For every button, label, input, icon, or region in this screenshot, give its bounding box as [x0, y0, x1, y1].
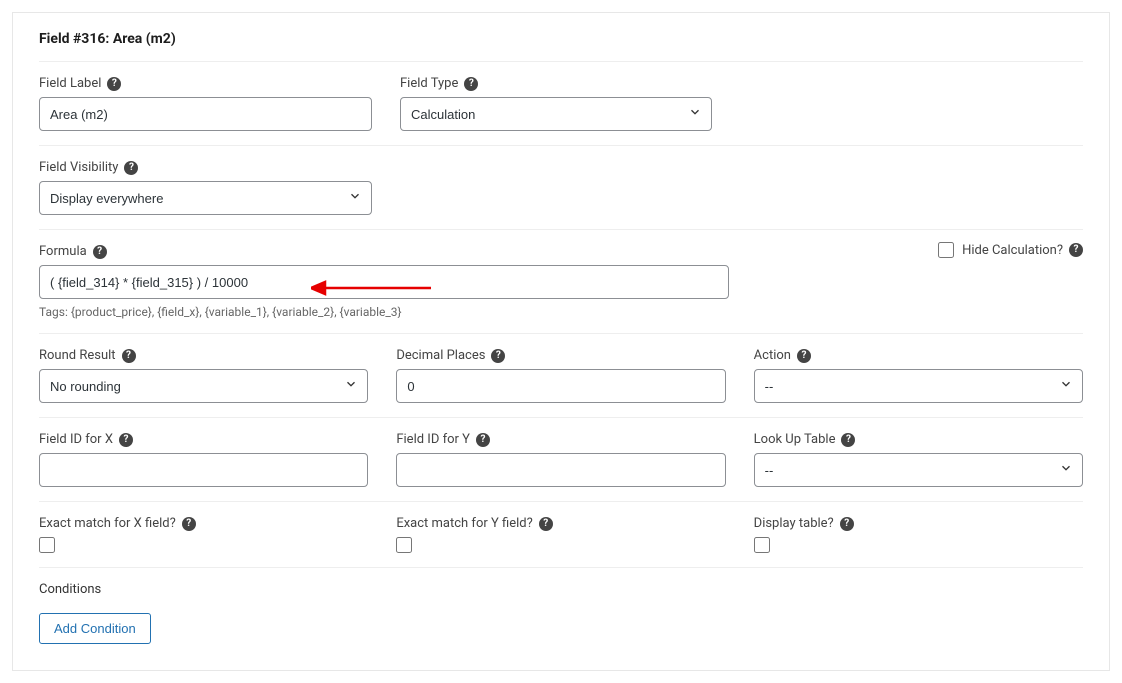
- field-type-text: Field Type: [400, 76, 458, 91]
- round-result-label: Round Result ?: [39, 348, 368, 363]
- help-icon[interactable]: ?: [1069, 243, 1083, 257]
- field-type-select[interactable]: Calculation: [400, 97, 712, 131]
- field-type-label: Field Type ?: [400, 76, 712, 91]
- divider: [39, 61, 1083, 62]
- help-icon[interactable]: ?: [119, 433, 133, 447]
- help-icon[interactable]: ?: [476, 433, 490, 447]
- lookup-table-text: Look Up Table: [754, 432, 836, 447]
- col-field-visibility: Field Visibility ? Display everywhere: [39, 160, 372, 215]
- help-icon[interactable]: ?: [107, 77, 121, 91]
- help-icon[interactable]: ?: [464, 77, 478, 91]
- col-decimal-places: Decimal Places ?: [396, 348, 725, 403]
- row-exact-display: Exact match for X field? ? Exact match f…: [39, 516, 1083, 568]
- fieldid-x-label: Field ID for X ?: [39, 432, 368, 447]
- panel-title: Field #316: Area (m2): [39, 31, 1083, 47]
- action-select[interactable]: --: [754, 369, 1083, 403]
- col-spacer: [400, 160, 1083, 215]
- field-label-text: Field Label: [39, 76, 101, 91]
- display-table-label: Display table? ?: [754, 516, 1083, 531]
- action-label: Action ?: [754, 348, 1083, 363]
- exact-y-text: Exact match for Y field?: [396, 516, 532, 531]
- field-visibility-label: Field Visibility ?: [39, 160, 372, 175]
- field-visibility-select-wrap: Display everywhere: [39, 181, 372, 215]
- add-condition-button[interactable]: Add Condition: [39, 613, 151, 644]
- exact-x-label: Exact match for X field? ?: [39, 516, 368, 531]
- decimal-places-text: Decimal Places: [396, 348, 485, 363]
- col-display-table: Display table? ?: [754, 516, 1083, 553]
- col-exact-y: Exact match for Y field? ?: [396, 516, 725, 553]
- col-exact-x: Exact match for X field? ?: [39, 516, 368, 553]
- row-visibility: Field Visibility ? Display everywhere: [39, 160, 1083, 230]
- display-table-checkbox[interactable]: [754, 537, 770, 553]
- formula-label: Formula ?: [39, 244, 729, 259]
- conditions-label: Conditions: [39, 582, 1083, 597]
- exact-x-text: Exact match for X field?: [39, 516, 176, 531]
- fieldid-y-label: Field ID for Y ?: [396, 432, 725, 447]
- col-spacer: [740, 76, 1083, 131]
- annotation-arrow-icon: [311, 278, 431, 298]
- col-field-label: Field Label ?: [39, 76, 372, 131]
- display-table-text: Display table?: [754, 516, 834, 531]
- hide-calc-label: Hide Calculation? ?: [962, 243, 1083, 258]
- row-formula: Formula ? Tags: {product_price}, {field_…: [39, 244, 1083, 334]
- col-lookup-table: Look Up Table ? --: [754, 432, 1083, 487]
- field-label-label: Field Label ?: [39, 76, 372, 91]
- lookup-table-select[interactable]: --: [754, 453, 1083, 487]
- hide-calc-row: Hide Calculation? ?: [938, 242, 1083, 258]
- fieldid-x-text: Field ID for X: [39, 432, 113, 447]
- col-action: Action ? --: [754, 348, 1083, 403]
- col-hidecalc: Hide Calculation? ?: [757, 244, 1083, 319]
- action-text: Action: [754, 348, 791, 363]
- lookup-table-select-wrap: --: [754, 453, 1083, 487]
- lookup-table-label: Look Up Table ?: [754, 432, 1083, 447]
- field-visibility-text: Field Visibility: [39, 160, 118, 175]
- formula-label-text: Formula: [39, 244, 87, 259]
- row-round-decimal-action: Round Result ? No rounding Decimal Place…: [39, 348, 1083, 418]
- field-label-input[interactable]: [39, 97, 372, 131]
- action-select-wrap: --: [754, 369, 1083, 403]
- hide-calc-text: Hide Calculation?: [962, 243, 1063, 258]
- col-fieldid-x: Field ID for X ?: [39, 432, 368, 487]
- exact-x-checkbox[interactable]: [39, 537, 55, 553]
- formula-hint: Tags: {product_price}, {field_x}, {varia…: [39, 305, 729, 319]
- section-conditions: Conditions Add Condition: [39, 582, 1083, 644]
- help-icon[interactable]: ?: [797, 349, 811, 363]
- help-icon[interactable]: ?: [840, 517, 854, 531]
- help-icon[interactable]: ?: [539, 517, 553, 531]
- help-icon[interactable]: ?: [93, 245, 107, 259]
- exact-y-checkbox[interactable]: [396, 537, 412, 553]
- fieldid-y-input[interactable]: [396, 453, 725, 487]
- round-result-select[interactable]: No rounding: [39, 369, 368, 403]
- round-result-select-wrap: No rounding: [39, 369, 368, 403]
- help-icon[interactable]: ?: [122, 349, 136, 363]
- col-round-result: Round Result ? No rounding: [39, 348, 368, 403]
- help-icon[interactable]: ?: [491, 349, 505, 363]
- decimal-places-input[interactable]: [396, 369, 725, 403]
- col-field-type: Field Type ? Calculation: [400, 76, 712, 131]
- col-formula: Formula ? Tags: {product_price}, {field_…: [39, 244, 729, 319]
- help-icon[interactable]: ?: [841, 433, 855, 447]
- col-fieldid-y: Field ID for Y ?: [396, 432, 725, 487]
- help-icon[interactable]: ?: [182, 517, 196, 531]
- field-type-select-wrap: Calculation: [400, 97, 712, 131]
- exact-y-label: Exact match for Y field? ?: [396, 516, 725, 531]
- field-visibility-select[interactable]: Display everywhere: [39, 181, 372, 215]
- fieldid-x-input[interactable]: [39, 453, 368, 487]
- help-icon[interactable]: ?: [124, 161, 138, 175]
- decimal-places-label: Decimal Places ?: [396, 348, 725, 363]
- round-result-text: Round Result: [39, 348, 116, 363]
- fieldid-y-text: Field ID for Y: [396, 432, 470, 447]
- hide-calc-checkbox[interactable]: [938, 242, 954, 258]
- row-label-type: Field Label ? Field Type ? Calculation: [39, 76, 1083, 146]
- field-settings-panel: Field #316: Area (m2) Field Label ? Fiel…: [12, 12, 1110, 671]
- row-fieldid-lookup: Field ID for X ? Field ID for Y ? Look U…: [39, 432, 1083, 502]
